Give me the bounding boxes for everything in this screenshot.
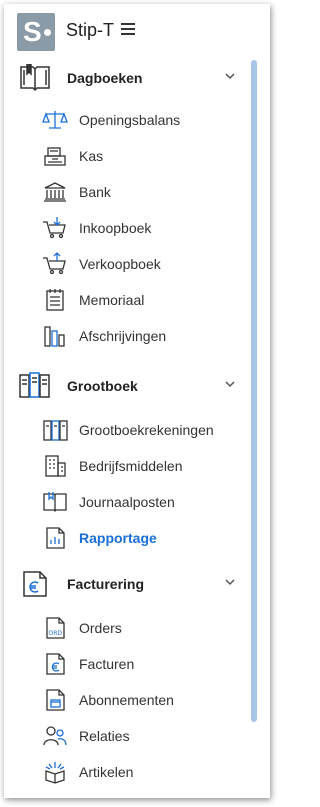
cash-register-icon [42, 144, 68, 168]
sidebar-item-artikelen[interactable]: Artikelen [4, 754, 248, 790]
sidebar-item-openingsbalans[interactable]: Openingsbalans [4, 102, 248, 138]
sidebar-item-afschrijvingen[interactable]: Afschrijvingen [4, 318, 248, 354]
sidebar-item-facturen[interactable]: Facturen [4, 646, 248, 682]
sidebar-item-label: Kas [79, 148, 104, 164]
sidebar-item-label: Memoriaal [79, 292, 145, 308]
logo-dot [44, 29, 51, 36]
scales-icon [42, 108, 68, 132]
notepad-icon [42, 288, 68, 312]
invoice-icon [42, 652, 68, 676]
section-label: Grootboek [67, 378, 138, 394]
section-label: Facturering [67, 576, 145, 592]
sidebar-item-label: Journaalposten [79, 494, 175, 510]
app-title: Stip-T [66, 20, 115, 40]
sidebar-item-label: Bedrijfsmiddelen [79, 458, 183, 474]
binders-icon [42, 418, 68, 442]
sidebar-item-memoriaal[interactable]: Memoriaal [4, 282, 248, 318]
section-dagboeken[interactable]: Dagboeken [4, 56, 248, 100]
sidebar-item-bedrijfsmiddelen[interactable]: Bedrijfsmiddelen [4, 448, 248, 484]
app-header: S Stip-T [4, 4, 270, 52]
sidebar-item-orders[interactable]: ORD Orders [4, 610, 248, 646]
sidebar-item-grootboekrekeningen[interactable]: Grootboekrekeningen [4, 412, 248, 448]
chevron-down-icon[interactable] [223, 71, 237, 81]
sidebar-item-bank[interactable]: Bank [4, 174, 248, 210]
chevron-down-icon[interactable] [223, 379, 237, 389]
sidebar-item-kas[interactable]: Kas [4, 138, 248, 174]
sidebar-item-label: Artikelen [79, 764, 134, 780]
chevron-down-icon[interactable] [223, 577, 237, 587]
sidebar-item-label: Orders [79, 620, 122, 636]
sidebar-item-label: Facturen [79, 656, 135, 672]
section-label: Dagboeken [67, 70, 143, 86]
sidebar-item-label: Openingsbalans [79, 112, 181, 128]
sidebar-item-label: Relaties [79, 728, 130, 744]
sidebar-item-label: Inkoopboek [79, 220, 152, 236]
section-facturering[interactable]: Facturering [4, 562, 248, 606]
ledger-binders-icon [18, 370, 52, 400]
cart-in-icon [42, 216, 68, 240]
app-logo[interactable]: S [17, 13, 55, 51]
subscription-icon [42, 688, 68, 712]
logo-letter: S [23, 16, 42, 47]
article-box-icon [42, 760, 68, 784]
invoice-euro-icon [18, 568, 52, 598]
sidebar-item-label: Rapportage [79, 530, 157, 546]
book-icon [18, 62, 52, 92]
section-grootboek[interactable]: Grootboek [4, 364, 248, 408]
sidebar-item-journaalposten[interactable]: Journaalposten [4, 484, 248, 520]
relations-icon [42, 724, 68, 748]
sidebar-item-label: Verkoopboek [79, 256, 161, 272]
sidebar-item-label: Afschrijvingen [79, 328, 167, 344]
sidebar-nav: Dagboeken Openingsbalans Kas Bank Inkoop… [4, 56, 270, 798]
sidebar-item-relaties[interactable]: Relaties [4, 718, 248, 754]
report-icon [42, 526, 68, 550]
sidebar-item-label: Bank [79, 184, 111, 200]
app-window: S Stip-T Dagboeken Openingsbalans Kas Ba… [4, 4, 270, 798]
hamburger-menu-icon[interactable] [121, 23, 135, 35]
bars-icon [42, 324, 68, 348]
cart-out-icon [42, 252, 68, 276]
sidebar-item-label: Abonnementen [79, 692, 174, 708]
sidebar-item-inkoopboek[interactable]: Inkoopboek [4, 210, 248, 246]
journal-icon [42, 490, 68, 514]
svg-text:ORD: ORD [49, 630, 63, 637]
scrollbar[interactable] [251, 60, 257, 722]
sidebar-item-verkoopboek[interactable]: Verkoopboek [4, 246, 248, 282]
building-icon [42, 454, 68, 478]
sidebar-item-abonnementen[interactable]: Abonnementen [4, 682, 248, 718]
sidebar-item-rapportage[interactable]: Rapportage [4, 520, 248, 556]
bank-icon [42, 180, 68, 204]
order-doc-icon: ORD [42, 616, 68, 640]
sidebar-item-label: Grootboekrekeningen [79, 422, 214, 438]
